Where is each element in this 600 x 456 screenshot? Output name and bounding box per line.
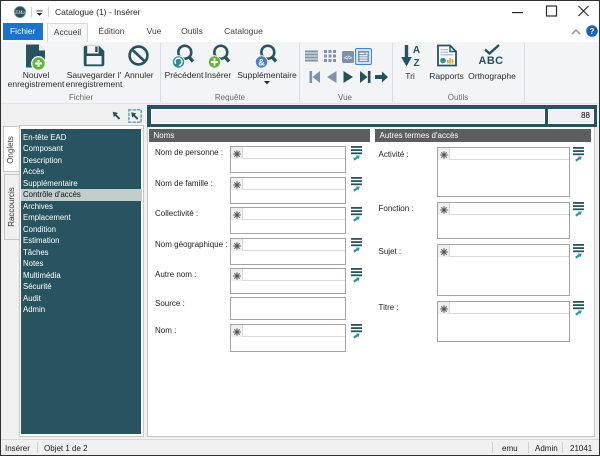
svg-text:Z: Z [413,58,419,68]
svg-text:EMu: EMu [14,11,25,16]
svg-text:A: A [413,45,420,56]
svg-text:&: & [258,57,265,67]
svg-text:</>: </> [344,55,352,61]
svg-text:?: ? [590,27,595,36]
